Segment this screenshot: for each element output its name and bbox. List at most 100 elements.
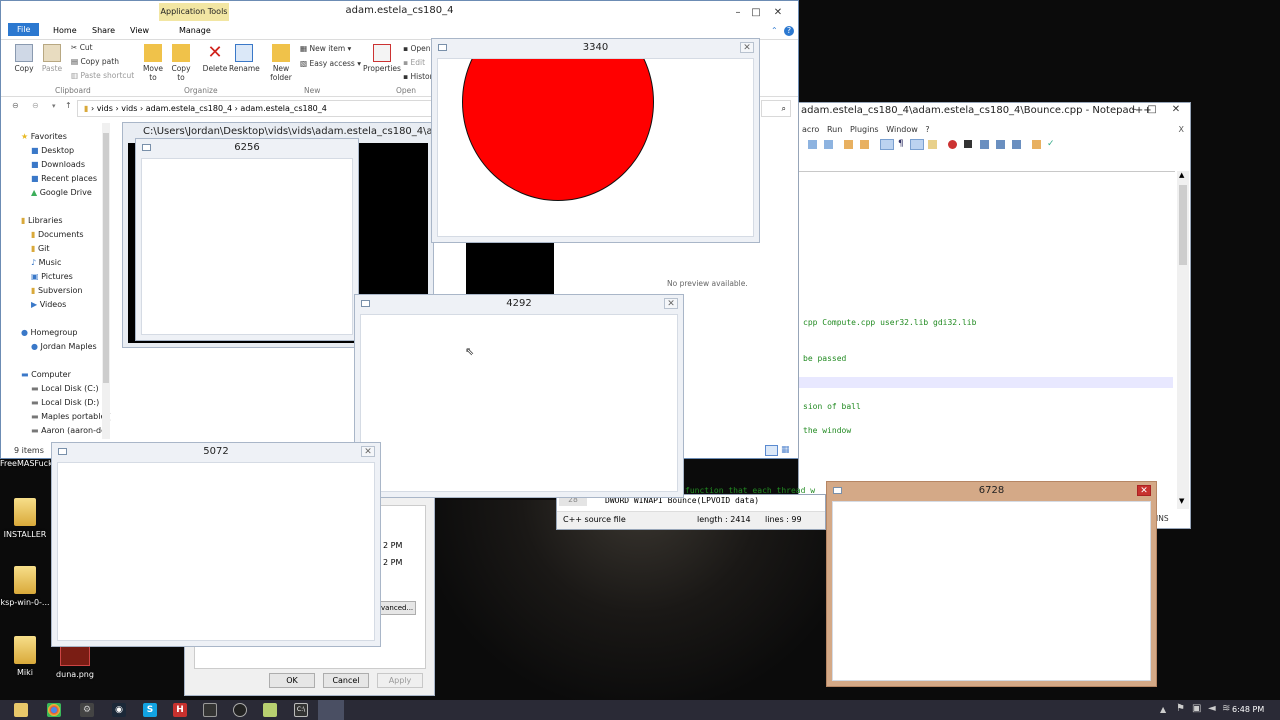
show-all-chars-icon[interactable]: ¶ [898, 139, 904, 149]
skype-icon[interactable]: S [143, 703, 157, 717]
volume-icon[interactable]: ◄ [1208, 703, 1216, 714]
close-icon[interactable]: ✕ [664, 298, 678, 309]
explorer-titlebar[interactable]: adam.estela_cs180_4 Application Tools – … [1, 1, 798, 23]
menu-plugins[interactable]: Plugins [850, 125, 879, 134]
tab-view[interactable]: View [130, 26, 149, 35]
delete-button[interactable]: ✕ Delete [201, 44, 229, 74]
save-macro-icon[interactable] [1012, 140, 1021, 149]
console-taskbar-icon[interactable]: C:\ [294, 703, 308, 717]
advanced-button[interactable]: vanced... [380, 601, 416, 615]
properties-button[interactable]: Properties [363, 44, 401, 73]
up-arrow-icon[interactable]: ↑ [65, 101, 72, 110]
notepad-plus-plus-taskbar-icon[interactable] [263, 703, 277, 717]
wifi-icon[interactable]: ≋ [1222, 703, 1230, 714]
breadcrumb[interactable]: ▮ › vids › vids › adam.estela_cs180_4 › … [77, 100, 437, 117]
obs-icon[interactable] [233, 703, 247, 717]
tab-file[interactable]: File [8, 23, 40, 36]
tab-manage[interactable]: Manage [179, 26, 211, 35]
edit-button[interactable]: ▪ Edit [403, 58, 425, 67]
close-button[interactable]: ✕ [1168, 104, 1184, 115]
nav-item[interactable]: ● Jordan Maples [21, 340, 103, 354]
close-icon[interactable]: ✕ [1137, 485, 1151, 496]
desktop-icon-installer[interactable]: INSTALLER [0, 498, 55, 539]
window-canvas[interactable] [141, 158, 353, 335]
close-icon[interactable]: ✕ [361, 446, 375, 457]
desktop-icon-ksp[interactable]: ksp-win-0-... [0, 566, 55, 607]
window-titlebar[interactable]: 4292 ✕ [355, 295, 683, 313]
details-view-icon[interactable] [765, 445, 778, 456]
forward-arrow-icon[interactable]: ⊖ [32, 101, 39, 110]
help-icon[interactable]: ? [784, 26, 794, 36]
cut-button[interactable]: ✂ Cut [71, 43, 93, 52]
terminal-icon[interactable] [203, 703, 217, 717]
nav-item[interactable]: ♪ Music [21, 256, 103, 270]
window-canvas[interactable] [360, 314, 678, 492]
chrome-icon[interactable] [47, 703, 61, 717]
window-titlebar[interactable]: 5072 ✕ [52, 443, 380, 461]
scroll-down-icon[interactable]: ▼ [1179, 497, 1184, 505]
power-icon[interactable]: ▣ [1192, 703, 1201, 714]
move-to-button[interactable]: Move to [141, 44, 165, 82]
menu-macro[interactable]: acro [802, 125, 819, 134]
nav-item[interactable]: ▬ Aaron (aaron-des [21, 424, 110, 438]
breadcrumb-item[interactable]: adam.estela_cs180_4 [146, 104, 232, 113]
copy-path-button[interactable]: ▤ Copy path [71, 57, 119, 66]
recent-dropdown-icon[interactable]: ▾ [52, 102, 56, 110]
close-document-button[interactable]: X [1179, 125, 1184, 134]
nav-libraries[interactable]: ▮ Libraries [21, 214, 103, 228]
nav-item[interactable]: ▶ Videos [21, 298, 103, 312]
paste-button[interactable]: Paste [39, 44, 65, 73]
record-macro-icon[interactable] [948, 140, 957, 149]
bounce-app-taskbar-icon-active[interactable] [318, 700, 344, 720]
nav-homegroup[interactable]: ● Homegroup [21, 326, 103, 340]
indent-guide-icon[interactable] [910, 139, 924, 150]
breadcrumb-item[interactable]: vids [121, 104, 137, 113]
open-button[interactable]: ▪ Open [403, 44, 431, 53]
paste-shortcut-button[interactable]: ▥ Paste shortcut [71, 71, 134, 80]
run-macro-multiple-icon[interactable] [996, 140, 1005, 149]
play-macro-icon[interactable] [980, 140, 989, 149]
menu-run[interactable]: Run [827, 125, 842, 134]
apply-button[interactable]: Apply [377, 673, 423, 688]
breadcrumb-item[interactable]: vids [97, 104, 113, 113]
nav-item[interactable]: ■ Downloads [21, 158, 103, 172]
tab-home[interactable]: Home [53, 26, 77, 35]
search-box[interactable]: ⌕ [761, 100, 791, 117]
stop-macro-icon[interactable] [964, 140, 972, 148]
copy-button[interactable]: Copy [11, 44, 37, 73]
show-hidden-icons-icon[interactable]: ▲ [1160, 705, 1166, 714]
cancel-button[interactable]: Cancel [323, 673, 369, 688]
easy-access-button[interactable]: ▧ Easy access ▾ [300, 59, 361, 68]
sync-vertical-icon[interactable] [844, 140, 853, 149]
nav-item[interactable]: ▬ Local Disk (D:) [21, 396, 103, 410]
nav-scrollbar[interactable] [102, 123, 110, 439]
rename-button[interactable]: Rename [229, 44, 260, 73]
minimize-button[interactable]: – [730, 3, 746, 23]
doc-map-icon[interactable] [928, 140, 937, 149]
window-titlebar[interactable]: 3340 ✕ [432, 39, 759, 57]
nav-item[interactable]: ▮ Subversion [21, 284, 103, 298]
maximize-button[interactable]: □ [748, 3, 764, 23]
nav-item[interactable]: ▬ Local Disk (C:) [21, 382, 103, 396]
breadcrumb-item[interactable]: adam.estela_cs180_4 [240, 104, 326, 113]
nav-item[interactable]: ▣ Pictures [21, 270, 103, 284]
close-button[interactable]: ✕ [770, 3, 786, 23]
minimize-button[interactable]: – [1126, 104, 1142, 115]
nav-item[interactable]: ▲ Google Drive [21, 186, 103, 200]
menu-window[interactable]: Window [886, 125, 918, 134]
zoom-out-icon[interactable] [824, 140, 833, 149]
chevron-up-icon[interactable]: ⌃ [771, 26, 778, 35]
maximize-button[interactable]: □ [1144, 104, 1160, 115]
window-canvas[interactable] [57, 462, 375, 641]
find-icon[interactable] [1032, 140, 1041, 149]
steam-icon[interactable]: ◉ [112, 703, 126, 717]
copy-to-button[interactable]: Copy to [169, 44, 193, 82]
menu-help[interactable]: ? [925, 125, 929, 134]
editor-area[interactable]: cpp Compute.cpp user32.lib gdi32.lib be … [685, 171, 1175, 509]
network-flag-icon[interactable]: ⚑ [1176, 703, 1185, 714]
nav-favorites[interactable]: ★ Favorites [21, 130, 103, 144]
nav-item[interactable]: ▬ Maples portable ( [21, 410, 111, 424]
window-canvas[interactable] [832, 501, 1151, 681]
window-titlebar[interactable]: 6728 ✕ [827, 482, 1156, 500]
word-wrap-icon[interactable] [880, 139, 894, 150]
